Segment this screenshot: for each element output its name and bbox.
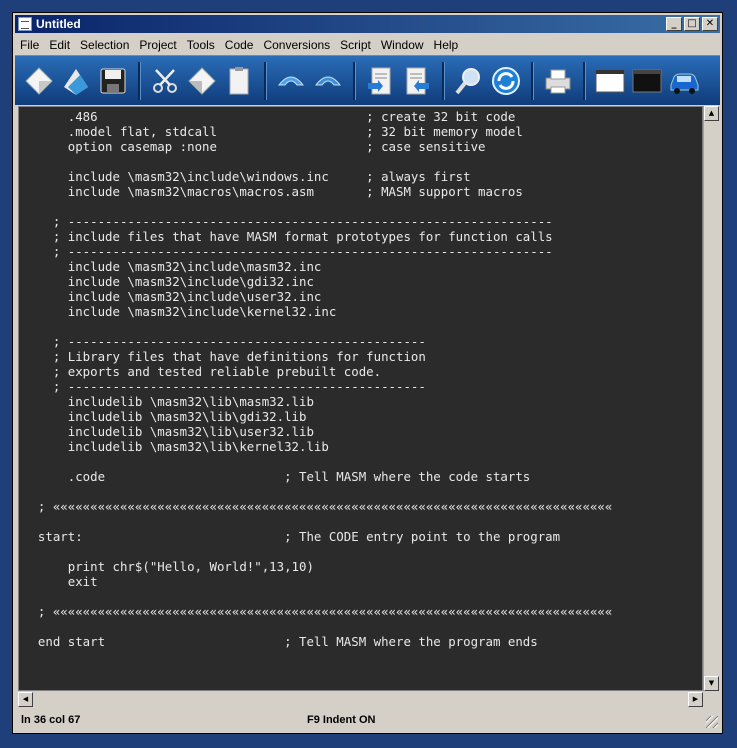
status-bar: ln 36 col 67 F9 Indent ON (15, 710, 720, 730)
console-button[interactable] (629, 63, 665, 99)
scroll-right-button[interactable]: ▶ (688, 692, 703, 707)
code-text[interactable]: .486 ; create 32 bit code .model flat, s… (19, 107, 702, 649)
toolbar-separator (442, 61, 445, 100)
code-line[interactable]: print chr$("Hello, World!",13,10) (23, 559, 314, 574)
menu-code[interactable]: Code (220, 38, 259, 52)
window-button[interactable] (592, 63, 628, 99)
print-icon (545, 69, 571, 93)
find-icon (455, 67, 480, 94)
code-line[interactable]: .model flat, stdcall ; 32 bit memory mod… (23, 124, 523, 139)
scroll-up-button[interactable]: ▲ (704, 106, 719, 121)
redo-button[interactable] (310, 63, 346, 99)
undo-button[interactable] (273, 63, 309, 99)
cut-icon (153, 68, 177, 93)
window-title: Untitled (36, 17, 81, 31)
code-line[interactable]: ; --------------------------------------… (23, 214, 553, 229)
car-button[interactable] (666, 63, 702, 99)
import-button[interactable] (362, 63, 398, 99)
open-button[interactable] (58, 63, 94, 99)
toolbar-separator (583, 61, 586, 100)
save-button[interactable] (95, 63, 131, 99)
menu-file[interactable]: File (15, 38, 44, 52)
import-icon (368, 67, 391, 94)
menu-help[interactable]: Help (429, 38, 464, 52)
toolbar-separator (138, 61, 141, 100)
code-line[interactable]: ; include files that have MASM format pr… (23, 229, 553, 244)
cut-button[interactable] (147, 63, 183, 99)
code-line[interactable]: include \masm32\include\gdi32.inc (23, 274, 314, 289)
refresh-button[interactable] (488, 63, 524, 99)
title-bar[interactable]: Untitled _ □ ✕ (15, 15, 720, 33)
cursor-position: ln 36 col 67 (21, 714, 81, 726)
toolbar (15, 55, 720, 105)
window-icon (595, 69, 625, 92)
code-line[interactable]: ; --------------------------------------… (23, 244, 553, 259)
new-icon (25, 66, 53, 95)
export-button[interactable] (399, 63, 435, 99)
copy-icon (188, 66, 216, 95)
menu-conversions[interactable]: Conversions (258, 38, 335, 52)
code-line[interactable]: exit (23, 574, 98, 589)
code-line[interactable]: ; exports and tested reliable prebuilt c… (23, 364, 381, 379)
paste-button[interactable] (221, 63, 257, 99)
code-line[interactable]: include \masm32\macros\macros.asm ; MASM… (23, 184, 523, 199)
code-line[interactable]: ; --------------------------------------… (23, 379, 426, 394)
scroll-left-button[interactable]: ◀ (18, 692, 33, 707)
code-line[interactable]: .486 ; create 32 bit code (23, 109, 516, 124)
export-icon (406, 67, 429, 94)
menu-window[interactable]: Window (376, 38, 429, 52)
indent-status: F9 Indent ON (307, 714, 376, 726)
undo-icon (277, 76, 305, 85)
redo-icon (314, 76, 342, 85)
menu-script[interactable]: Script (335, 38, 376, 52)
code-editor[interactable]: .486 ; create 32 bit code .model flat, s… (18, 106, 703, 691)
open-icon (64, 68, 88, 95)
close-button[interactable]: ✕ (702, 17, 718, 31)
menu-edit[interactable]: Edit (44, 38, 75, 52)
horizontal-scrollbar[interactable]: ◀ ▶ (18, 691, 703, 708)
code-line[interactable]: ; ««««««««««««««««««««««««««««««««««««««… (23, 499, 612, 514)
code-line[interactable]: include \masm32\include\windows.inc ; al… (23, 169, 471, 184)
maximize-button[interactable]: □ (684, 17, 700, 31)
refresh-icon (492, 66, 520, 95)
console-icon (632, 69, 662, 92)
print-button[interactable] (540, 63, 576, 99)
menu-project[interactable]: Project (134, 38, 181, 52)
vertical-scrollbar[interactable]: ▲ ▼ (703, 106, 720, 691)
code-line[interactable]: include \masm32\include\kernel32.inc (23, 304, 337, 319)
toolbar-separator (531, 61, 534, 100)
save-icon (100, 68, 126, 93)
code-line[interactable]: includelib \masm32\lib\gdi32.lib (23, 409, 307, 424)
menu-bar: File Edit Selection Project Tools Code C… (15, 35, 720, 54)
code-line[interactable]: includelib \masm32\lib\kernel32.lib (23, 439, 329, 454)
editor-window: Untitled _ □ ✕ File Edit Selection Proje… (12, 12, 723, 734)
app-icon[interactable] (18, 17, 32, 31)
toolbar-separator (353, 61, 356, 100)
code-line[interactable]: ; Library files that have definitions fo… (23, 349, 426, 364)
car-icon (670, 73, 699, 94)
code-line[interactable]: option casemap :none ; case sensitive (23, 139, 486, 154)
code-line[interactable]: start: ; The CODE entry point to the pro… (23, 529, 560, 544)
code-line[interactable]: include \masm32\include\masm32.inc (23, 259, 322, 274)
code-line[interactable]: ; --------------------------------------… (23, 334, 426, 349)
menu-tools[interactable]: Tools (182, 38, 220, 52)
code-line[interactable]: end start ; Tell MASM where the program … (23, 634, 538, 649)
menu-selection[interactable]: Selection (75, 38, 134, 52)
scroll-down-button[interactable]: ▼ (704, 676, 719, 691)
toolbar-separator (264, 61, 267, 100)
find-button[interactable] (451, 63, 487, 99)
code-line[interactable]: ; ««««««««««««««««««««««««««««««««««««««… (23, 604, 612, 619)
new-button[interactable] (21, 63, 57, 99)
paste-icon (229, 66, 249, 94)
code-line[interactable]: includelib \masm32\lib\user32.lib (23, 424, 314, 439)
code-line[interactable]: .code ; Tell MASM where the code starts (23, 469, 531, 484)
resize-grip[interactable] (706, 716, 718, 728)
minimize-button[interactable]: _ (666, 17, 682, 31)
code-line[interactable]: includelib \masm32\lib\masm32.lib (23, 394, 314, 409)
code-line[interactable]: include \masm32\include\user32.inc (23, 289, 322, 304)
copy-button[interactable] (184, 63, 220, 99)
